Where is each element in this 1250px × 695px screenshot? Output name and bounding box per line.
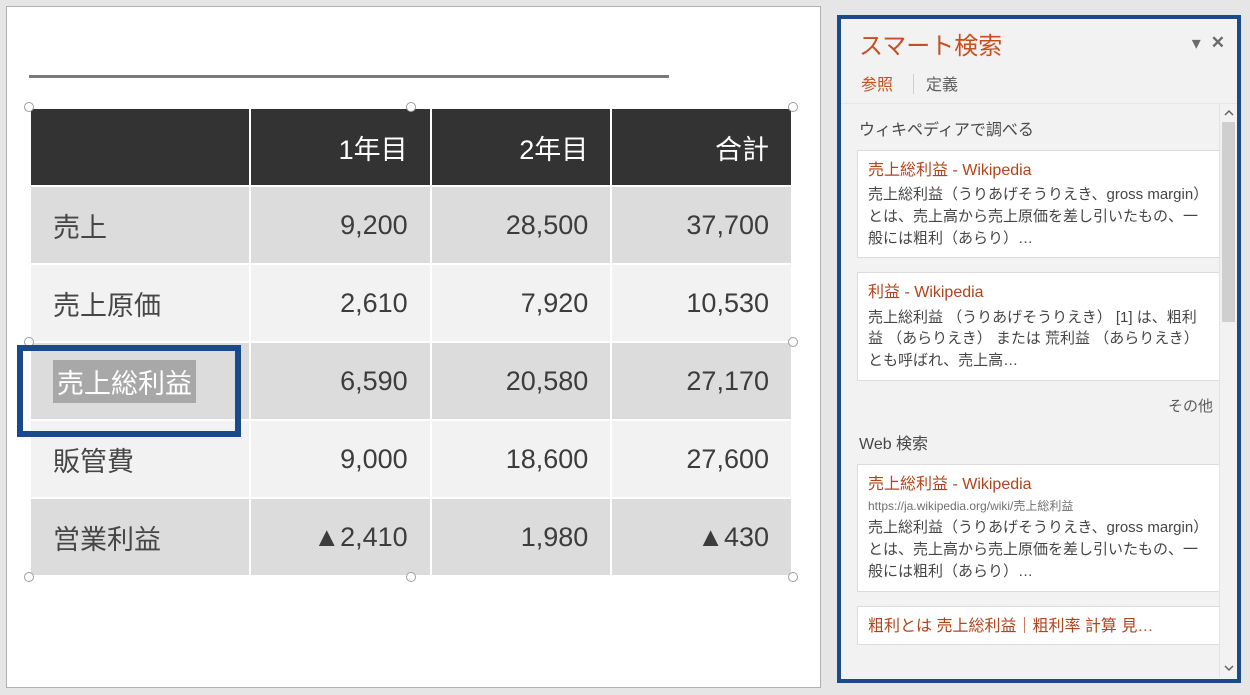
scroll-track[interactable] bbox=[1220, 122, 1237, 659]
col-header[interactable]: 合計 bbox=[611, 108, 792, 186]
result-snippet: 売上総利益 （うりあげそうりえき） [1] は、粗利益 （あらりえき） または … bbox=[868, 307, 1210, 372]
result-url: https://ja.wikipedia.org/wiki/売上総利益 bbox=[868, 498, 1210, 515]
web-result[interactable]: 売上総利益 - Wikipedia https://ja.wikipedia.o… bbox=[857, 464, 1221, 592]
cell[interactable]: 2,610 bbox=[250, 264, 431, 342]
row-label[interactable]: 販管費 bbox=[30, 420, 250, 498]
web-result[interactable]: 粗利とは 売上総利益｜粗利率 計算 見… bbox=[857, 606, 1221, 645]
pane-menu-button[interactable]: ▾ bbox=[1192, 33, 1201, 54]
pane-body: ウィキペディアで調べる 売上総利益 - Wikipedia 売上総利益（うりあげ… bbox=[841, 103, 1237, 677]
cell[interactable]: 27,170 bbox=[611, 342, 792, 420]
chevron-up-icon bbox=[1224, 108, 1234, 118]
pane-title: スマート検索 bbox=[859, 26, 1182, 61]
tab-divider bbox=[913, 74, 914, 94]
tab-reference[interactable]: 参照 bbox=[859, 65, 909, 103]
chevron-down-icon bbox=[1224, 663, 1234, 673]
table-row[interactable]: 販管費 9,000 18,600 27,600 bbox=[30, 420, 792, 498]
table-row[interactable]: 売上総利益 6,590 20,580 27,170 bbox=[30, 342, 792, 420]
pane-close-button[interactable]: ✕ bbox=[1211, 33, 1225, 53]
pane-tabs: 参照 定義 bbox=[841, 65, 1237, 103]
result-title: 粗利とは 売上総利益｜粗利率 計算 見… bbox=[868, 615, 1210, 638]
result-title: 売上総利益 - Wikipedia bbox=[868, 159, 1210, 182]
wiki-result[interactable]: 売上総利益 - Wikipedia 売上総利益（うりあげそうりえき、gross … bbox=[857, 150, 1221, 258]
row-label[interactable]: 売上 bbox=[30, 186, 250, 264]
cell[interactable]: 9,200 bbox=[250, 186, 431, 264]
resize-handle-tr[interactable] bbox=[788, 102, 798, 112]
cell[interactable]: 1,980 bbox=[431, 498, 612, 576]
result-snippet: 売上総利益（うりあげそうりえき、gross margin）とは、売上高から売上原… bbox=[868, 184, 1210, 249]
cell[interactable]: 9,000 bbox=[250, 420, 431, 498]
resize-handle-br[interactable] bbox=[788, 572, 798, 582]
table-row[interactable]: 売上原価 2,610 7,920 10,530 bbox=[30, 264, 792, 342]
cell[interactable]: 10,530 bbox=[611, 264, 792, 342]
slide: 1年目 2年目 合計 売上 9,200 28,500 37,700 売上原価 2… bbox=[6, 6, 821, 688]
resize-handle-bl[interactable] bbox=[24, 572, 34, 582]
row-label[interactable]: 営業利益 bbox=[30, 498, 250, 576]
table-row[interactable]: 営業利益 ▲2,410 1,980 ▲430 bbox=[30, 498, 792, 576]
horizontal-rule bbox=[29, 75, 669, 78]
cell[interactable]: ▲2,410 bbox=[250, 498, 431, 576]
more-results-link[interactable]: その他 bbox=[857, 395, 1213, 416]
col-header[interactable] bbox=[30, 108, 250, 186]
cell[interactable]: 7,920 bbox=[431, 264, 612, 342]
section-wikipedia-label: ウィキペディアで調べる bbox=[859, 116, 1231, 140]
wiki-result[interactable]: 利益 - Wikipedia 売上総利益 （うりあげそうりえき） [1] は、粗… bbox=[857, 272, 1221, 380]
resize-handle-bm[interactable] bbox=[406, 572, 416, 582]
cell[interactable]: 28,500 bbox=[431, 186, 612, 264]
scroll-up-button[interactable] bbox=[1220, 104, 1237, 122]
scroll-down-button[interactable] bbox=[1220, 659, 1237, 677]
table-header-row: 1年目 2年目 合計 bbox=[30, 108, 792, 186]
table-row[interactable]: 売上 9,200 28,500 37,700 bbox=[30, 186, 792, 264]
cell[interactable]: 37,700 bbox=[611, 186, 792, 264]
smart-lookup-pane: スマート検索 ▾ ✕ 参照 定義 ウィキペディアで調べる 売上総利益 - Wik… bbox=[837, 15, 1241, 683]
pane-header: スマート検索 ▾ ✕ bbox=[841, 19, 1237, 65]
cell[interactable]: 18,600 bbox=[431, 420, 612, 498]
resize-handle-mr[interactable] bbox=[788, 337, 798, 347]
cell[interactable]: 6,590 bbox=[250, 342, 431, 420]
cell[interactable]: ▲430 bbox=[611, 498, 792, 576]
resize-handle-tm[interactable] bbox=[406, 102, 416, 112]
resize-handle-ml[interactable] bbox=[24, 337, 34, 347]
section-web-label: Web 検索 bbox=[859, 430, 1231, 454]
table-selection[interactable]: 1年目 2年目 合計 売上 9,200 28,500 37,700 売上原価 2… bbox=[29, 107, 793, 577]
financial-table[interactable]: 1年目 2年目 合計 売上 9,200 28,500 37,700 売上原価 2… bbox=[29, 107, 793, 577]
tab-definition[interactable]: 定義 bbox=[924, 65, 974, 103]
row-label-selected[interactable]: 売上総利益 bbox=[30, 342, 250, 420]
cell[interactable]: 27,600 bbox=[611, 420, 792, 498]
result-snippet: 売上総利益（うりあげそうりえき、gross margin）とは、売上高から売上原… bbox=[868, 517, 1210, 582]
row-label[interactable]: 売上原価 bbox=[30, 264, 250, 342]
scroll-thumb[interactable] bbox=[1222, 122, 1235, 322]
result-title: 利益 - Wikipedia bbox=[868, 281, 1210, 304]
resize-handle-tl[interactable] bbox=[24, 102, 34, 112]
slide-canvas: 1年目 2年目 合計 売上 9,200 28,500 37,700 売上原価 2… bbox=[0, 0, 833, 695]
col-header[interactable]: 2年目 bbox=[431, 108, 612, 186]
result-title: 売上総利益 - Wikipedia bbox=[868, 473, 1210, 496]
cell[interactable]: 20,580 bbox=[431, 342, 612, 420]
col-header[interactable]: 1年目 bbox=[250, 108, 431, 186]
pane-scrollbar[interactable] bbox=[1219, 104, 1237, 677]
selected-text[interactable]: 売上総利益 bbox=[53, 360, 196, 403]
